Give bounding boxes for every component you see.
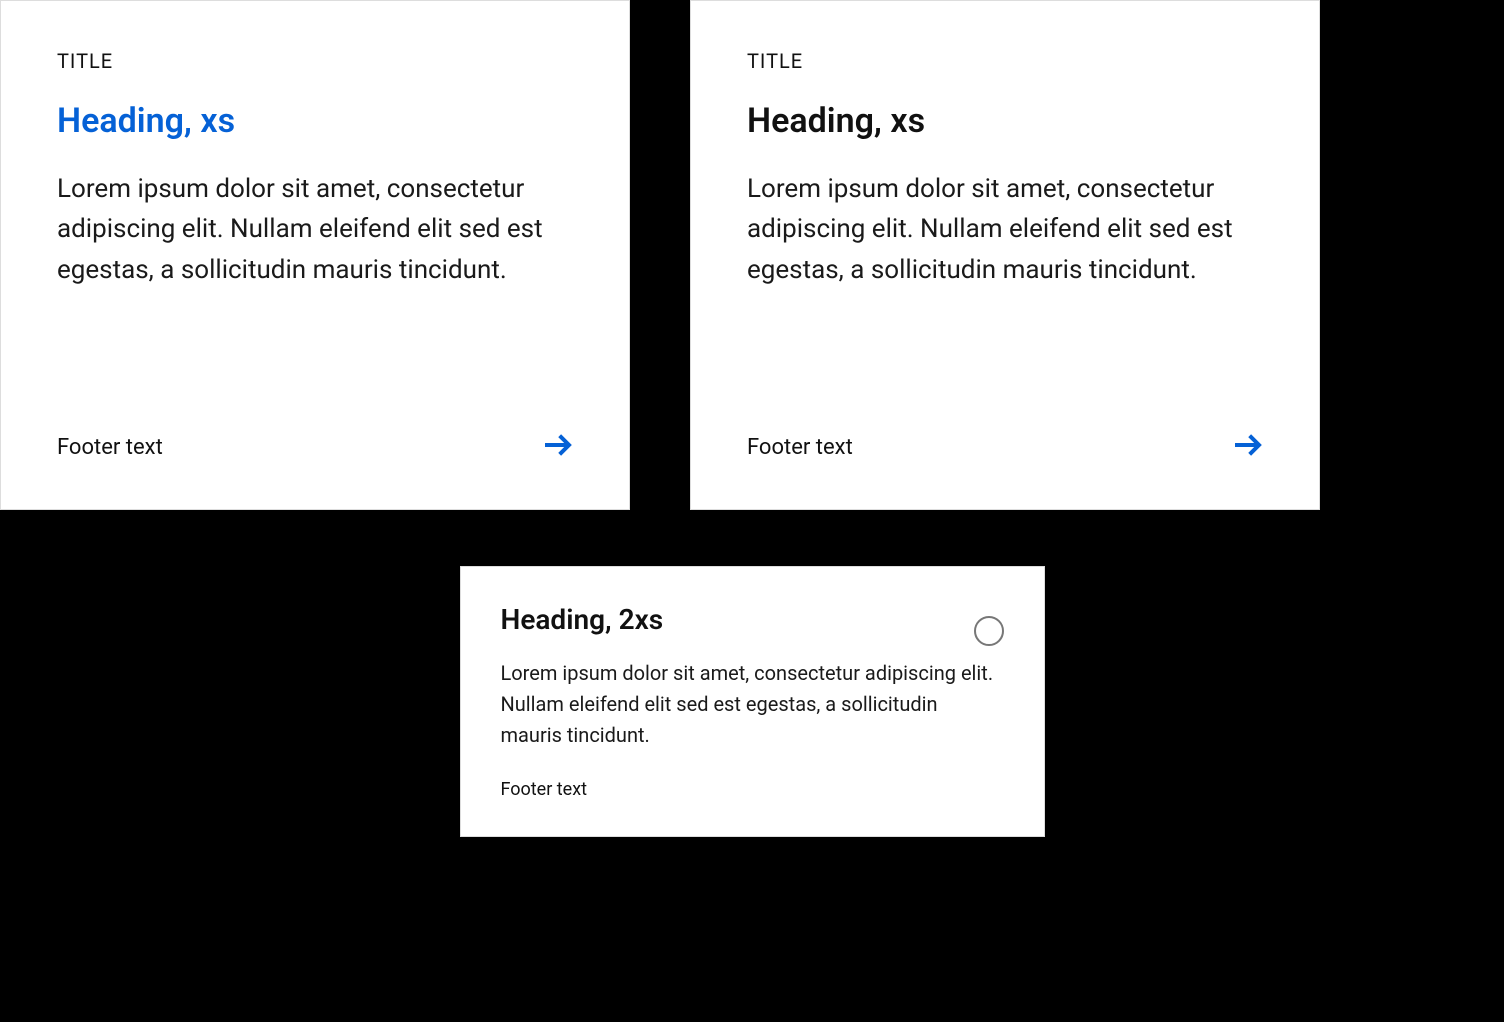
card-title: TITLE: [57, 49, 573, 73]
card-footer-text: Footer text: [747, 435, 853, 460]
arrow-right-icon[interactable]: [1231, 429, 1263, 465]
arrow-right-icon[interactable]: [541, 429, 573, 465]
card-footer-text: Footer text: [501, 779, 588, 800]
card[interactable]: TITLE Heading, xs Lorem ipsum dolor sit …: [690, 0, 1320, 510]
circle-icon: [974, 616, 1004, 646]
card-heading: Heading, xs: [747, 101, 1263, 141]
card-footer-text: Footer text: [57, 435, 163, 460]
card-title: TITLE: [747, 49, 1263, 73]
card-heading-link[interactable]: Heading, xs: [57, 101, 573, 141]
card-body: Lorem ipsum dolor sit amet, consectetur …: [57, 169, 573, 401]
card-footer: Footer text: [57, 429, 573, 465]
card-body: Lorem ipsum dolor sit amet, consectetur …: [501, 658, 1004, 751]
card-body: Lorem ipsum dolor sit amet, consectetur …: [747, 169, 1263, 401]
card-footer: Footer text: [747, 429, 1263, 465]
card-heading: Heading, 2xs: [501, 603, 664, 636]
card-footer: Footer text: [501, 779, 1004, 800]
card[interactable]: Heading, 2xs Lorem ipsum dolor sit amet,…: [460, 566, 1045, 837]
card[interactable]: TITLE Heading, xs Lorem ipsum dolor sit …: [0, 0, 630, 510]
